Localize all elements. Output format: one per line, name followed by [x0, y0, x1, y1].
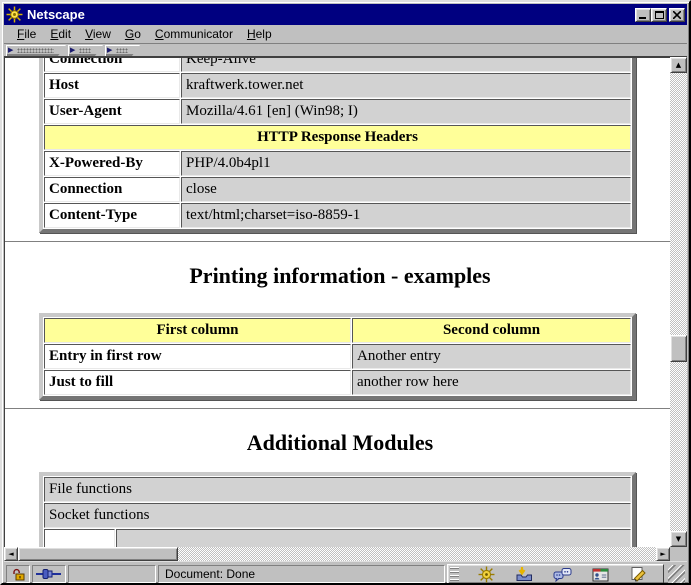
scroll-up-button[interactable]: ▲ [670, 57, 687, 73]
additional-modules-table: File functions Socket functions [39, 472, 636, 547]
window-title: Netscape [27, 7, 85, 22]
printing-heading: Printing information - examples [189, 263, 491, 288]
menu-view[interactable]: View [78, 25, 118, 44]
close-icon [673, 10, 681, 19]
vertical-scrollbar[interactable]: ▲ ▼ [670, 57, 687, 547]
table-row: Connection Keep-Alive [44, 58, 631, 72]
horizontal-scroll-thumb[interactable] [18, 547, 178, 561]
up-arrow-icon: ▲ [675, 61, 682, 69]
table-row: File functions [44, 477, 631, 502]
discussions-icon[interactable] [552, 566, 572, 583]
left-arrow-icon: ◄ [8, 550, 14, 558]
menu-edit[interactable]: Edit [43, 25, 78, 44]
table-row-partial [44, 529, 631, 547]
personal-toolbar-tab[interactable]: ▶ [105, 45, 140, 56]
table-row: Content-Type text/html;charset=iso-8859-1 [44, 203, 631, 228]
section-divider [5, 408, 670, 410]
menu-go[interactable]: Go [118, 25, 148, 44]
component-bar-drag-handle[interactable] [450, 567, 459, 581]
menu-communicator[interactable]: Communicator [148, 25, 240, 44]
right-arrow-icon: ► [660, 550, 666, 558]
scroll-down-button[interactable]: ▼ [670, 531, 687, 547]
netscape-window: Netscape File Edit View Go Communicator … [0, 0, 691, 585]
address-book-icon[interactable] [590, 566, 610, 583]
progress-bar [68, 565, 156, 583]
table-row: Connection close [44, 177, 631, 202]
phpinfo-page: Connection Keep-Alive Host kraftwerk.tower… [5, 58, 670, 547]
maximize-icon [655, 10, 664, 19]
menu-file[interactable]: File [10, 25, 43, 44]
section-header-row: HTTP Response Headers [44, 125, 631, 150]
table-row: X-Powered-By PHP/4.0b4pl1 [44, 151, 631, 176]
unlocked-padlock-icon [12, 568, 24, 580]
netscape-logo-icon [6, 6, 23, 23]
status-message: Document: Done [158, 565, 445, 583]
vertical-scroll-thumb[interactable] [670, 335, 687, 362]
location-toolbar-tab[interactable]: ▶ [68, 45, 103, 56]
menu-help[interactable]: Help [240, 25, 279, 44]
menu-bar: File Edit View Go Communicator Help [4, 25, 687, 44]
column-header: Second column [352, 318, 631, 343]
down-arrow-icon: ▼ [675, 535, 682, 543]
status-bar: Document: Done [4, 561, 687, 583]
vertical-scroll-track[interactable] [670, 73, 687, 531]
collapsed-toolbars-strip: ▶ ▶ ▶ [4, 44, 687, 57]
maximize-button[interactable] [651, 7, 667, 22]
modules-heading: Additional Modules [246, 430, 434, 455]
horizontal-scroll-track[interactable] [18, 547, 657, 561]
expand-arrow-icon: ▶ [70, 46, 76, 54]
table-row: User-Agent Mozilla/4.61 [en] (Win98; I) [44, 99, 631, 124]
navigator-icon[interactable] [476, 566, 496, 583]
scrollbar-corner [670, 547, 687, 561]
component-bar [447, 564, 664, 583]
table-row: Just to fill another row here [44, 370, 631, 395]
column-header: First column [44, 318, 351, 343]
expand-arrow-icon: ▶ [8, 46, 14, 54]
table-row: Host kraftwerk.tower.net [44, 73, 631, 98]
horizontal-scrollbar[interactable]: ◄ ► [4, 547, 671, 561]
section-title: HTTP Response Headers [44, 125, 631, 150]
section-divider [5, 241, 670, 243]
printing-examples-table: First column Second column Entry in firs… [39, 313, 636, 400]
connection-plug-icon [36, 569, 61, 579]
browser-viewport: Connection Keep-Alive Host kraftwerk.tower… [4, 57, 670, 547]
title-bar[interactable]: Netscape [4, 4, 687, 25]
security-indicator[interactable] [6, 565, 30, 583]
minimize-icon [639, 16, 646, 19]
scroll-left-button[interactable]: ◄ [4, 547, 18, 561]
inbox-icon[interactable] [514, 566, 534, 583]
window-resize-grip[interactable] [668, 565, 685, 583]
table-header-row: First column Second column [44, 318, 631, 343]
minimize-button[interactable] [635, 7, 651, 22]
composer-icon[interactable] [628, 566, 648, 583]
table-row: Socket functions [44, 503, 631, 528]
expand-arrow-icon: ▶ [107, 46, 113, 54]
http-headers-table: Connection Keep-Alive Host kraftwerk.tower… [39, 58, 636, 233]
online-status-indicator[interactable] [32, 565, 66, 583]
close-button[interactable] [669, 7, 685, 22]
scroll-right-button[interactable]: ► [656, 547, 671, 561]
navigation-toolbar-tab[interactable]: ▶ [6, 45, 66, 56]
table-row: Entry in first row Another entry [44, 344, 631, 369]
